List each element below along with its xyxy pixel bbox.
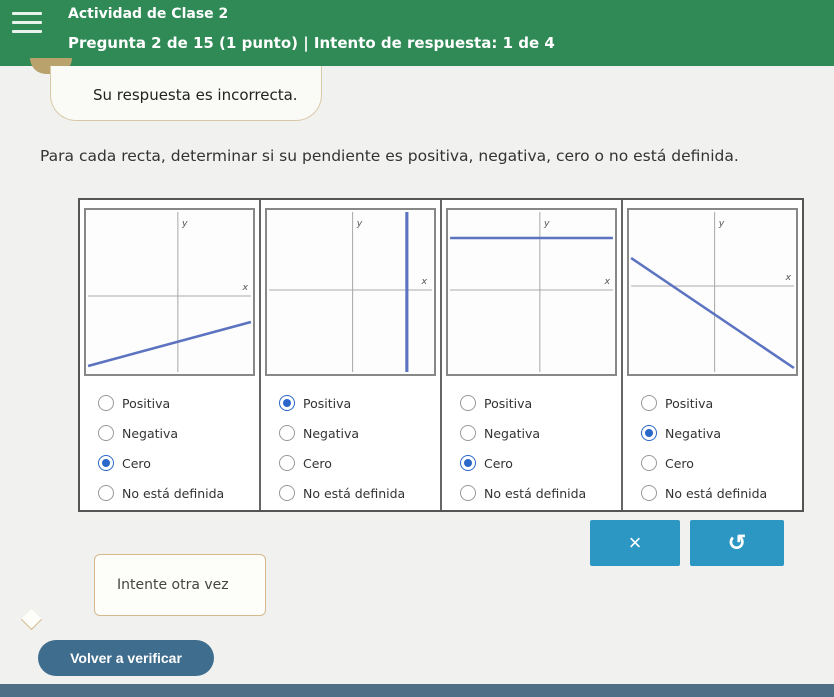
graph-column-4: x y Positiva Negativa Cero No está defin… (623, 200, 802, 510)
radio-button-selected[interactable] (98, 455, 114, 471)
option-cero[interactable]: Cero (460, 448, 586, 478)
bottom-toolbar-strip (0, 684, 834, 697)
question-instruction: Para cada recta, determinar si su pendie… (40, 147, 739, 165)
graph-2: x y (265, 208, 436, 376)
feedback-box: Su respuesta es incorrecta. (50, 66, 322, 121)
top-bar: Actividad de Clase 2 Pregunta 2 de 15 (1… (0, 0, 834, 66)
option-label: Negativa (303, 425, 360, 441)
radio-button[interactable] (279, 455, 295, 471)
option-label: Positiva (122, 395, 171, 411)
hamburger-menu-icon[interactable] (12, 12, 42, 36)
radio-button[interactable] (98, 425, 114, 441)
option-label: Cero (122, 455, 151, 471)
options-group-4: Positiva Negativa Cero No está definida (641, 388, 767, 508)
option-positiva[interactable]: Positiva (460, 388, 586, 418)
option-label: No está definida (484, 485, 587, 501)
feedback-message: Su respuesta es incorrecta. (93, 86, 298, 104)
option-label: Cero (665, 455, 694, 471)
radio-button-selected[interactable] (279, 395, 295, 411)
option-label: No está definida (122, 485, 225, 501)
graph-column-1: x y Positiva Negativa Cero No está defin… (80, 200, 261, 510)
option-label: Negativa (484, 425, 541, 441)
option-no-definida[interactable]: No está definida (279, 478, 405, 508)
option-negativa[interactable]: Negativa (460, 418, 586, 448)
graph-column-2: x y Positiva Negativa Cero No está defin… (261, 200, 442, 510)
radio-button[interactable] (641, 395, 657, 411)
option-label: No está definida (303, 485, 406, 501)
radio-button[interactable] (460, 485, 476, 501)
recheck-button[interactable]: Volver a verificar (38, 640, 214, 676)
graph-3: x y (446, 208, 617, 376)
options-group-1: Positiva Negativa Cero No está definida (98, 388, 224, 508)
graph-1: x y (84, 208, 255, 376)
y-axis-label: y (718, 218, 725, 229)
option-positiva[interactable]: Positiva (641, 388, 767, 418)
option-label: Negativa (122, 425, 179, 441)
options-group-3: Positiva Negativa Cero No está definida (460, 388, 586, 508)
question-table: x y Positiva Negativa Cero No está defin… (78, 198, 804, 512)
option-negativa[interactable]: Negativa (641, 418, 767, 448)
option-cero[interactable]: Cero (98, 448, 224, 478)
option-positiva[interactable]: Positiva (279, 388, 405, 418)
y-axis-label: y (181, 218, 188, 229)
option-cero[interactable]: Cero (641, 448, 767, 478)
y-axis-label: y (543, 218, 550, 229)
radio-button-selected[interactable] (460, 455, 476, 471)
radio-button[interactable] (460, 395, 476, 411)
x-axis-label: x (604, 276, 611, 287)
y-axis-label: y (356, 218, 363, 229)
option-label: Positiva (484, 395, 533, 411)
hint-bubble-tail (20, 608, 43, 631)
option-no-definida[interactable]: No está definida (460, 478, 586, 508)
option-no-definida[interactable]: No está definida (641, 478, 767, 508)
course-title: Actividad de Clase 2 (68, 6, 229, 22)
option-positiva[interactable]: Positiva (98, 388, 224, 418)
option-label: Positiva (665, 395, 714, 411)
graph-line (87, 320, 252, 368)
clear-button[interactable]: × (590, 520, 680, 566)
x-axis-label: x (785, 272, 792, 283)
option-cero[interactable]: Cero (279, 448, 405, 478)
option-no-definida[interactable]: No está definida (98, 478, 224, 508)
x-axis-label: x (242, 282, 249, 293)
radio-button[interactable] (279, 485, 295, 501)
option-label: Cero (484, 455, 513, 471)
question-info: Pregunta 2 de 15 (1 punto) | Intento de … (68, 34, 555, 52)
radio-button-selected[interactable] (641, 425, 657, 441)
option-negativa[interactable]: Negativa (279, 418, 405, 448)
graph-4: x y (627, 208, 798, 376)
graph-column-3: x y Positiva Negativa Cero No está defin… (442, 200, 623, 510)
radio-button[interactable] (460, 425, 476, 441)
graph-line (630, 256, 795, 370)
hint-text: Intente otra vez (117, 577, 229, 593)
radio-button[interactable] (641, 485, 657, 501)
radio-button[interactable] (279, 425, 295, 441)
option-label: No está definida (665, 485, 768, 501)
radio-button[interactable] (98, 485, 114, 501)
radio-button[interactable] (641, 455, 657, 471)
hint-bubble: Intente otra vez (94, 554, 266, 616)
radio-button[interactable] (98, 395, 114, 411)
options-group-2: Positiva Negativa Cero No está definida (279, 388, 405, 508)
undo-button[interactable]: ↺ (690, 520, 784, 566)
x-axis-label: x (420, 276, 427, 287)
option-label: Cero (303, 455, 332, 471)
option-label: Negativa (665, 425, 722, 441)
option-label: Positiva (303, 395, 352, 411)
option-negativa[interactable]: Negativa (98, 418, 224, 448)
